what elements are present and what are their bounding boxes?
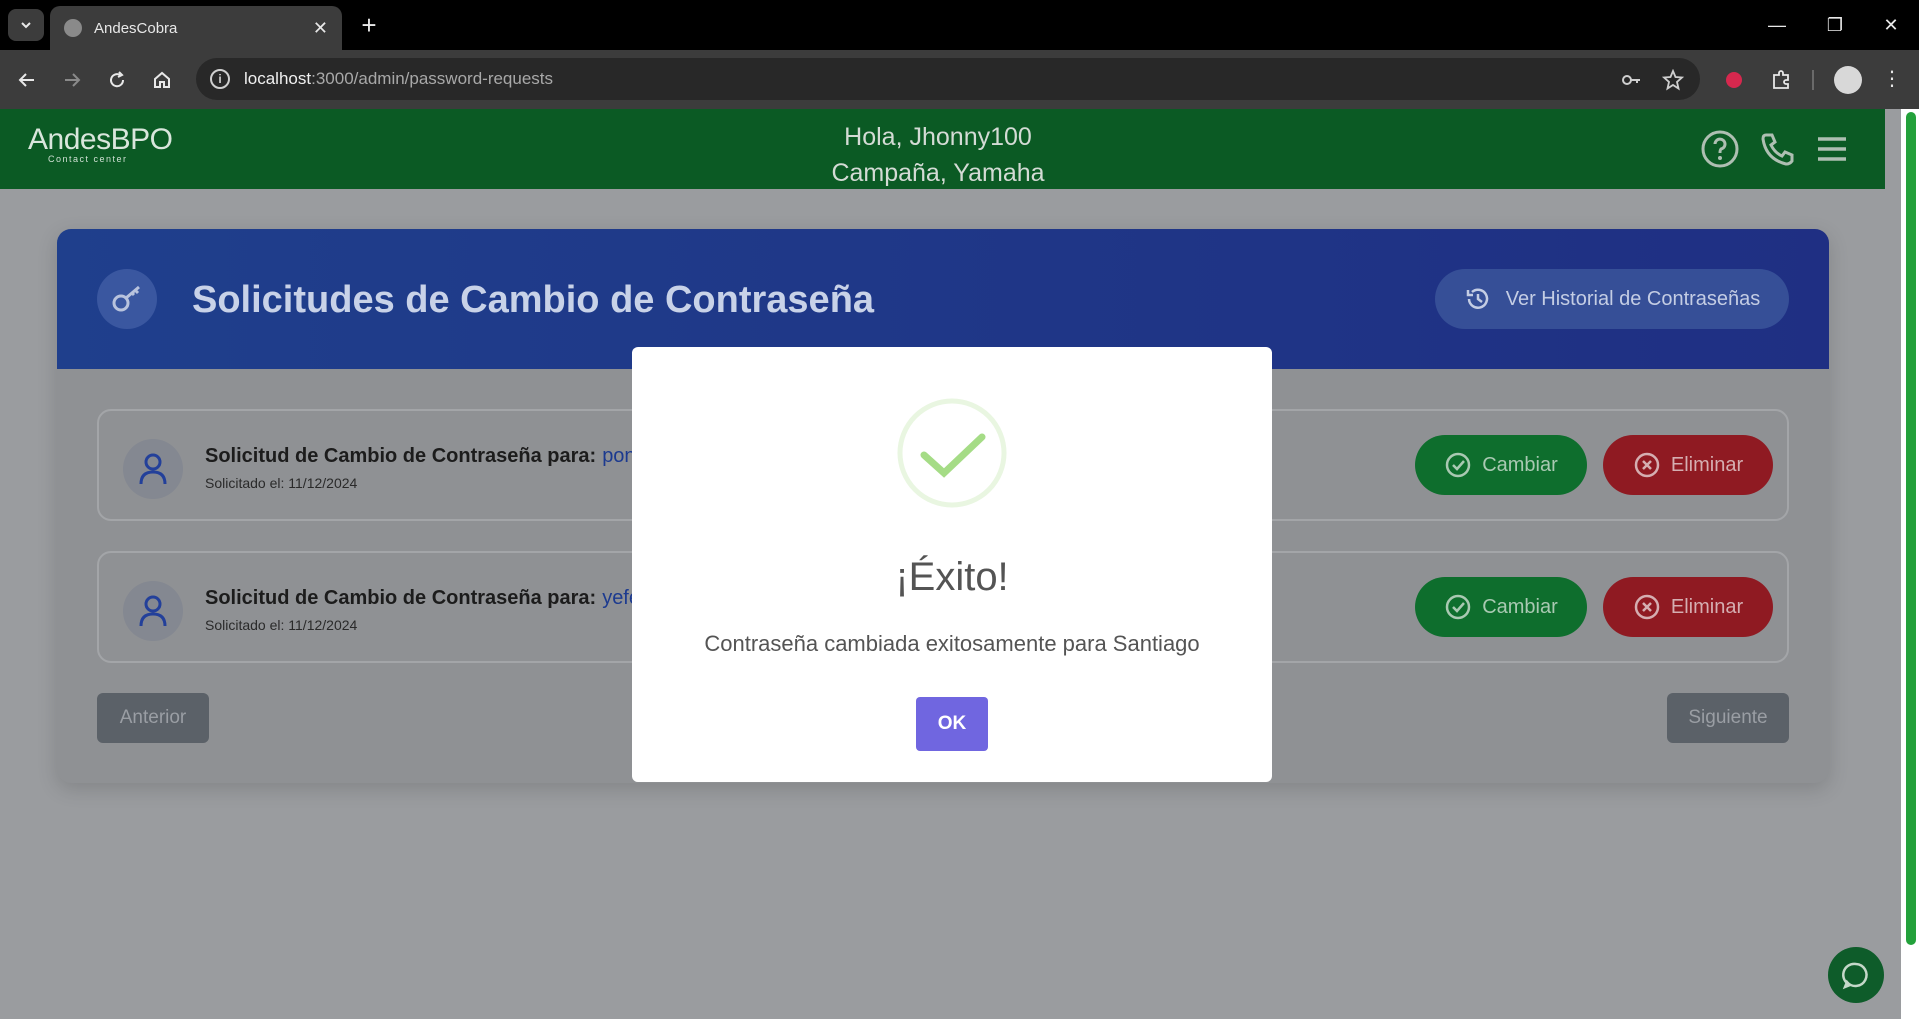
reload-button[interactable] xyxy=(100,63,134,97)
greeting-user: Hola, Jhonny100 xyxy=(844,123,1032,151)
user-icon xyxy=(139,595,167,627)
user-avatar xyxy=(123,581,183,641)
back-button[interactable] xyxy=(10,63,44,97)
profile-avatar[interactable] xyxy=(1834,66,1862,94)
andesbpo-logo: AndesBPO Contact center xyxy=(28,123,173,164)
help-icon[interactable] xyxy=(1700,129,1740,169)
extensions-puzzle-icon[interactable] xyxy=(1770,69,1792,91)
greeting-campaign: Campaña, Yamaha xyxy=(831,159,1045,187)
request-date: Solicitado el: 11/12/2024 xyxy=(205,475,358,491)
change-password-button[interactable]: Cambiar xyxy=(1415,435,1587,495)
password-key-icon[interactable] xyxy=(1620,69,1642,91)
user-icon xyxy=(139,453,167,485)
close-window-button[interactable]: ✕ xyxy=(1862,0,1919,50)
delete-request-button[interactable]: Eliminar xyxy=(1603,435,1773,495)
previous-page-button[interactable]: Anterior xyxy=(97,693,209,743)
history-button-label: Ver Historial de Contraseñas xyxy=(1505,287,1761,310)
home-icon xyxy=(154,71,170,88)
change-button-label: Cambiar xyxy=(1482,595,1558,618)
browser-menu-icon[interactable]: ⋮ xyxy=(1882,66,1902,91)
dialog-title: ¡Éxito! xyxy=(895,555,1009,599)
browser-toolbar: i localhost:3000/admin/password-requests… xyxy=(0,50,1919,109)
request-date: Solicitado el: 11/12/2024 xyxy=(205,617,358,633)
check-circle-icon xyxy=(1445,452,1471,478)
browser-tab[interactable]: AndesCobra ✕ xyxy=(50,6,342,50)
next-page-button[interactable]: Siguiente xyxy=(1667,693,1789,743)
delete-button-label: Eliminar xyxy=(1670,595,1744,618)
request-text: Solicitud de Cambio de Contraseña para: xyxy=(205,587,597,609)
success-dialog: ¡Éxito! Contraseña cambiada exitosamente… xyxy=(632,347,1272,782)
x-circle-icon xyxy=(1634,452,1660,478)
delete-request-button[interactable]: Eliminar xyxy=(1603,577,1773,637)
request-label: Solicitud de Cambio de Contraseña para: y… xyxy=(205,587,647,610)
home-button[interactable] xyxy=(145,63,179,97)
success-check-icon xyxy=(897,398,1007,508)
phone-icon[interactable] xyxy=(1758,129,1798,169)
chat-button[interactable] xyxy=(1828,947,1884,1003)
close-tab-icon[interactable]: ✕ xyxy=(313,18,328,39)
chat-bubble-icon xyxy=(1842,962,1868,990)
reload-icon xyxy=(110,71,125,88)
check-circle-icon xyxy=(1445,594,1471,620)
forward-button[interactable] xyxy=(55,63,89,97)
restore-button[interactable]: ❐ xyxy=(1806,0,1864,50)
user-avatar xyxy=(123,439,183,499)
logo-main-text: AndesBPO xyxy=(28,123,173,156)
bookmark-star-icon[interactable] xyxy=(1662,69,1684,91)
delete-button-label: Eliminar xyxy=(1670,453,1744,476)
extension-record-icon[interactable] xyxy=(1723,69,1745,91)
change-password-button[interactable]: Cambiar xyxy=(1415,577,1587,637)
key-icon xyxy=(112,285,140,312)
change-button-label: Cambiar xyxy=(1482,453,1558,476)
x-circle-icon xyxy=(1634,594,1660,620)
address-bar[interactable]: i localhost:3000/admin/password-requests xyxy=(196,58,1700,100)
app-header: AndesBPO Contact center Hola, Jhonny100 … xyxy=(0,109,1885,189)
menu-icon[interactable] xyxy=(1812,129,1852,169)
globe-icon xyxy=(64,19,82,37)
history-icon xyxy=(1466,288,1488,309)
greeting: Hola, Jhonny100 Campaña, Yamaha xyxy=(760,119,1116,191)
new-tab-button[interactable]: + xyxy=(352,8,386,42)
site-info-icon[interactable]: i xyxy=(210,69,230,89)
minimize-button[interactable]: — xyxy=(1748,0,1806,50)
view-password-history-button[interactable]: Ver Historial de Contraseñas xyxy=(1435,269,1789,329)
dialog-message: Contraseña cambiada exitosamente para Sa… xyxy=(704,631,1200,656)
page-title: Solicitudes de Cambio de Contraseña xyxy=(192,279,875,321)
request-text: Solicitud de Cambio de Contraseña para: xyxy=(205,445,597,467)
toolbar-divider xyxy=(1812,70,1814,90)
chevron-down-icon xyxy=(21,22,31,29)
arrow-left-icon xyxy=(18,73,34,87)
tab-title: AndesCobra xyxy=(94,19,178,37)
key-icon-circle xyxy=(97,269,157,329)
request-label: Solicitud de Cambio de Contraseña para: p… xyxy=(205,445,646,468)
browser-tab-bar: AndesCobra ✕ + — ❐ ✕ xyxy=(0,0,1919,50)
tab-search-button[interactable] xyxy=(8,9,44,41)
arrow-right-icon xyxy=(65,73,81,87)
scrollbar-thumb[interactable] xyxy=(1906,112,1916,945)
url-host: localhost xyxy=(244,69,312,88)
ok-button[interactable]: OK xyxy=(916,697,988,751)
url-path: :3000/admin/password-requests xyxy=(311,69,554,88)
